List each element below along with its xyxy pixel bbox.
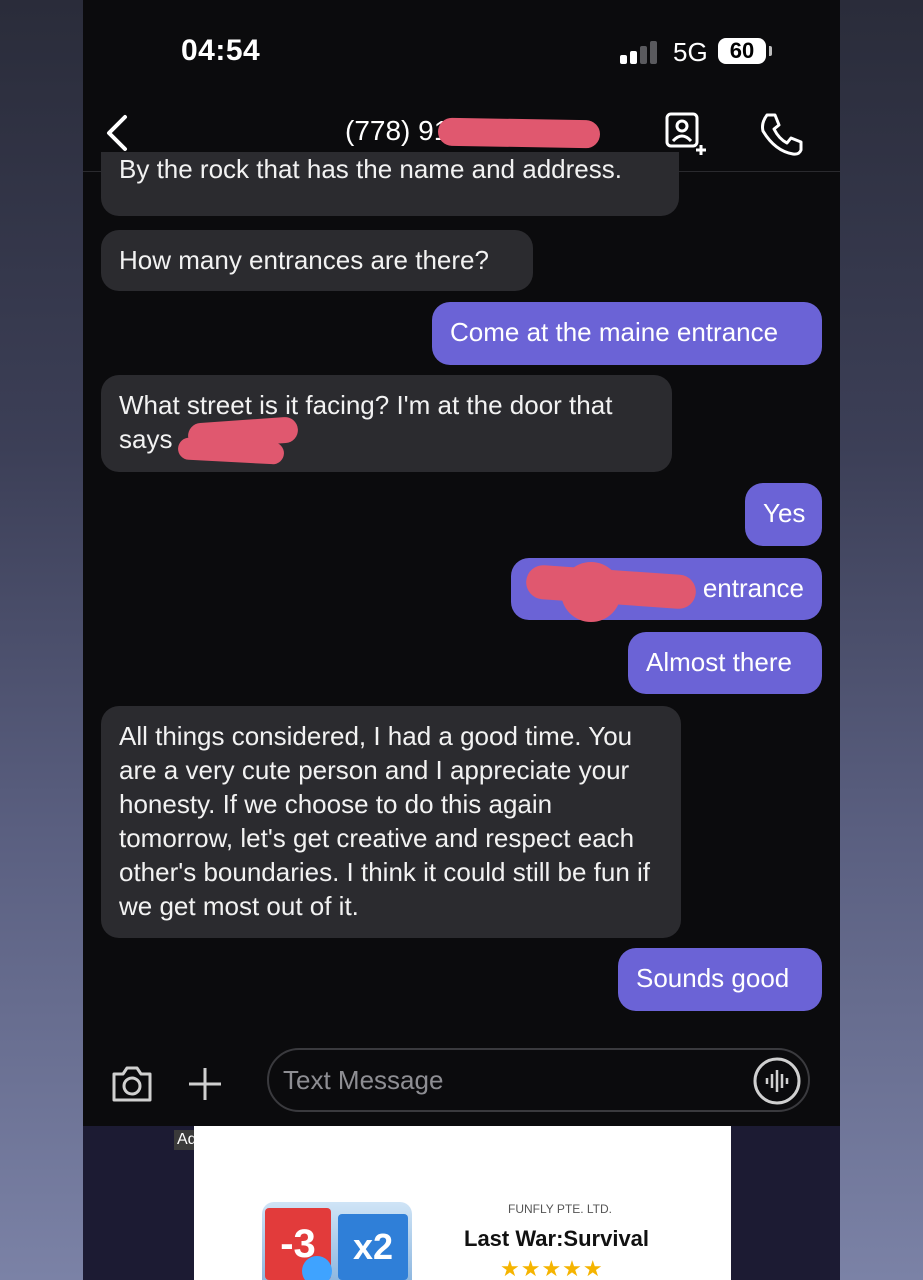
- message-bubble-incoming[interactable]: All things considered, I had a good time…: [101, 706, 681, 938]
- cellular-signal-icon: [620, 40, 660, 64]
- redaction-mark: [561, 562, 621, 622]
- back-chevron-icon[interactable]: [103, 113, 133, 153]
- message-bubble-outgoing[interactable]: Almost there: [628, 632, 822, 694]
- camera-icon[interactable]: [110, 1064, 154, 1104]
- ad-company: FUNFLY PTE. LTD.: [508, 1202, 613, 1216]
- phone-call-icon[interactable]: [759, 111, 805, 157]
- redaction-mark: [437, 117, 601, 149]
- network-type: 5G: [673, 37, 708, 67]
- ball-icon: [302, 1256, 332, 1280]
- game-app-icon[interactable]: -3 x2: [262, 1202, 412, 1280]
- message-bubble-outgoing[interactable]: Yes: [745, 483, 822, 546]
- game-badge: x2: [338, 1214, 408, 1280]
- text-message-input[interactable]: [267, 1048, 810, 1112]
- message-bubble-incoming[interactable]: How many entrances are there?: [101, 230, 533, 291]
- ad-title[interactable]: Last War:Survival: [464, 1226, 649, 1252]
- message-bubble-outgoing[interactable]: Come at the maine entrance: [432, 302, 822, 365]
- voice-waveform-icon[interactable]: [753, 1057, 801, 1105]
- battery-level: 60: [718, 38, 766, 64]
- message-bubble-outgoing[interactable]: Sounds good: [618, 948, 822, 1011]
- status-time: 04:54: [181, 34, 261, 67]
- ad-card[interactable]: -3 x2 FUNFLY PTE. LTD. Last War:Survival…: [194, 1126, 731, 1280]
- contact-number[interactable]: (778) 91: [345, 115, 449, 147]
- message-text: entrance: [702, 573, 804, 603]
- phone-screen: 04:54 5G 60 (778) 91 By the rock that ha…: [83, 0, 840, 1280]
- battery-icon: [769, 46, 772, 56]
- contact-add-icon[interactable]: [664, 111, 712, 155]
- message-thread[interactable]: By the rock that has the name and addres…: [83, 152, 840, 1042]
- plus-icon[interactable]: [185, 1064, 225, 1104]
- message-bubble-incoming[interactable]: By the rock that has the name and addres…: [101, 152, 679, 216]
- rating-stars: ★★★★★: [500, 1256, 604, 1280]
- ad-banner[interactable]: Ad -3 x2 FUNFLY PTE. LTD. Last War:Survi…: [83, 1126, 840, 1280]
